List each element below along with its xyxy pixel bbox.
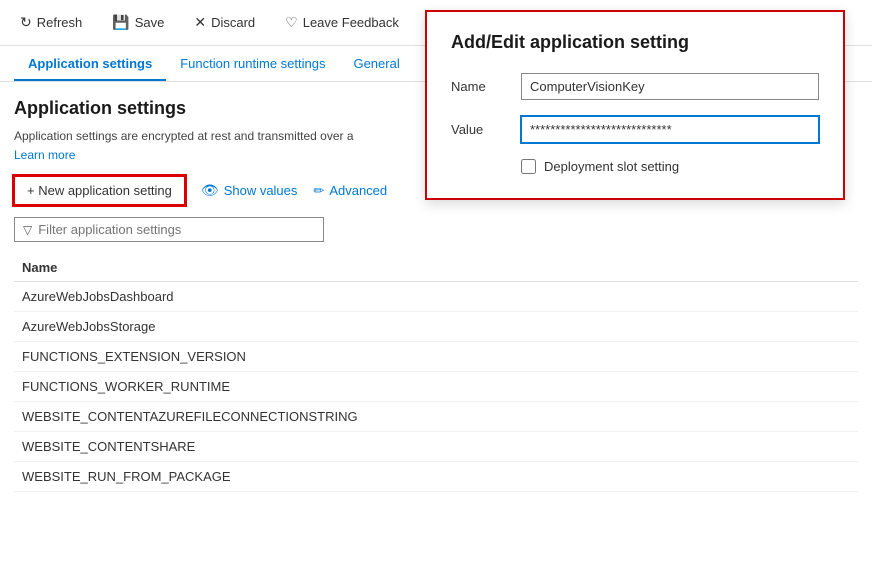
tab-app-settings[interactable]: Application settings (14, 46, 166, 81)
show-values-button[interactable]: 👁 Show values (201, 176, 298, 205)
description-text: Application settings are encrypted at re… (14, 129, 414, 143)
discard-button[interactable]: ✕ Discard (188, 10, 261, 35)
setting-name-cell: FUNCTIONS_EXTENSION_VERSION (14, 342, 858, 372)
filter-input[interactable] (38, 222, 315, 237)
setting-name-cell: WEBSITE_RUN_FROM_PACKAGE (14, 462, 858, 492)
table-row[interactable]: AzureWebJobsDashboard (14, 282, 858, 312)
tab-function-runtime[interactable]: Function runtime settings (166, 46, 339, 81)
add-edit-panel: Add/Edit application setting Name Value … (425, 10, 845, 200)
feedback-button[interactable]: ♡ Leave Feedback (279, 10, 405, 35)
value-field-label: Value (451, 122, 521, 137)
name-input[interactable] (521, 73, 819, 100)
save-button[interactable]: 💾 Save (106, 10, 170, 35)
deployment-slot-row: Deployment slot setting (521, 159, 819, 174)
table-row[interactable]: AzureWebJobsStorage (14, 312, 858, 342)
eye-icon: 👁 (201, 182, 219, 199)
name-column-header: Name (14, 254, 858, 282)
setting-name-cell: FUNCTIONS_WORKER_RUNTIME (14, 372, 858, 402)
setting-name-cell: WEBSITE_CONTENTAZUREFILECONNECTIONSTRING (14, 402, 858, 432)
refresh-label: Refresh (37, 15, 83, 30)
refresh-icon: ↻ (20, 14, 32, 31)
table-row[interactable]: WEBSITE_CONTENTSHARE (14, 432, 858, 462)
table-row[interactable]: FUNCTIONS_EXTENSION_VERSION (14, 342, 858, 372)
name-row: Name (451, 73, 819, 100)
value-input[interactable] (521, 116, 819, 143)
setting-name-cell: WEBSITE_CONTENTSHARE (14, 432, 858, 462)
panel-title: Add/Edit application setting (451, 32, 819, 53)
table-row[interactable]: WEBSITE_RUN_FROM_PACKAGE (14, 462, 858, 492)
advanced-button[interactable]: ✏ Advanced (313, 177, 387, 205)
feedback-label: Leave Feedback (303, 15, 399, 30)
filter-icon: ▽ (23, 223, 32, 237)
deployment-slot-checkbox[interactable] (521, 159, 536, 174)
save-icon: 💾 (112, 14, 129, 31)
save-label: Save (135, 15, 165, 30)
deployment-slot-label: Deployment slot setting (544, 159, 679, 174)
settings-table: Name AzureWebJobsDashboardAzureWebJobsSt… (14, 254, 858, 492)
tab-general[interactable]: General (339, 46, 413, 81)
setting-name-cell: AzureWebJobsDashboard (14, 282, 858, 312)
learn-more-link[interactable]: Learn more (14, 148, 75, 162)
discard-label: Discard (211, 15, 255, 30)
pencil-icon: ✏ (313, 183, 324, 199)
table-row[interactable]: FUNCTIONS_WORKER_RUNTIME (14, 372, 858, 402)
table-row[interactable]: WEBSITE_CONTENTAZUREFILECONNECTIONSTRING (14, 402, 858, 432)
discard-icon: ✕ (194, 14, 206, 31)
refresh-button[interactable]: ↻ Refresh (14, 10, 88, 35)
setting-name-cell: AzureWebJobsStorage (14, 312, 858, 342)
new-application-setting-button[interactable]: + New application setting (14, 176, 185, 205)
filter-bar: ▽ (14, 217, 324, 242)
name-field-label: Name (451, 79, 521, 94)
heart-icon: ♡ (285, 14, 298, 31)
value-row: Value (451, 116, 819, 143)
